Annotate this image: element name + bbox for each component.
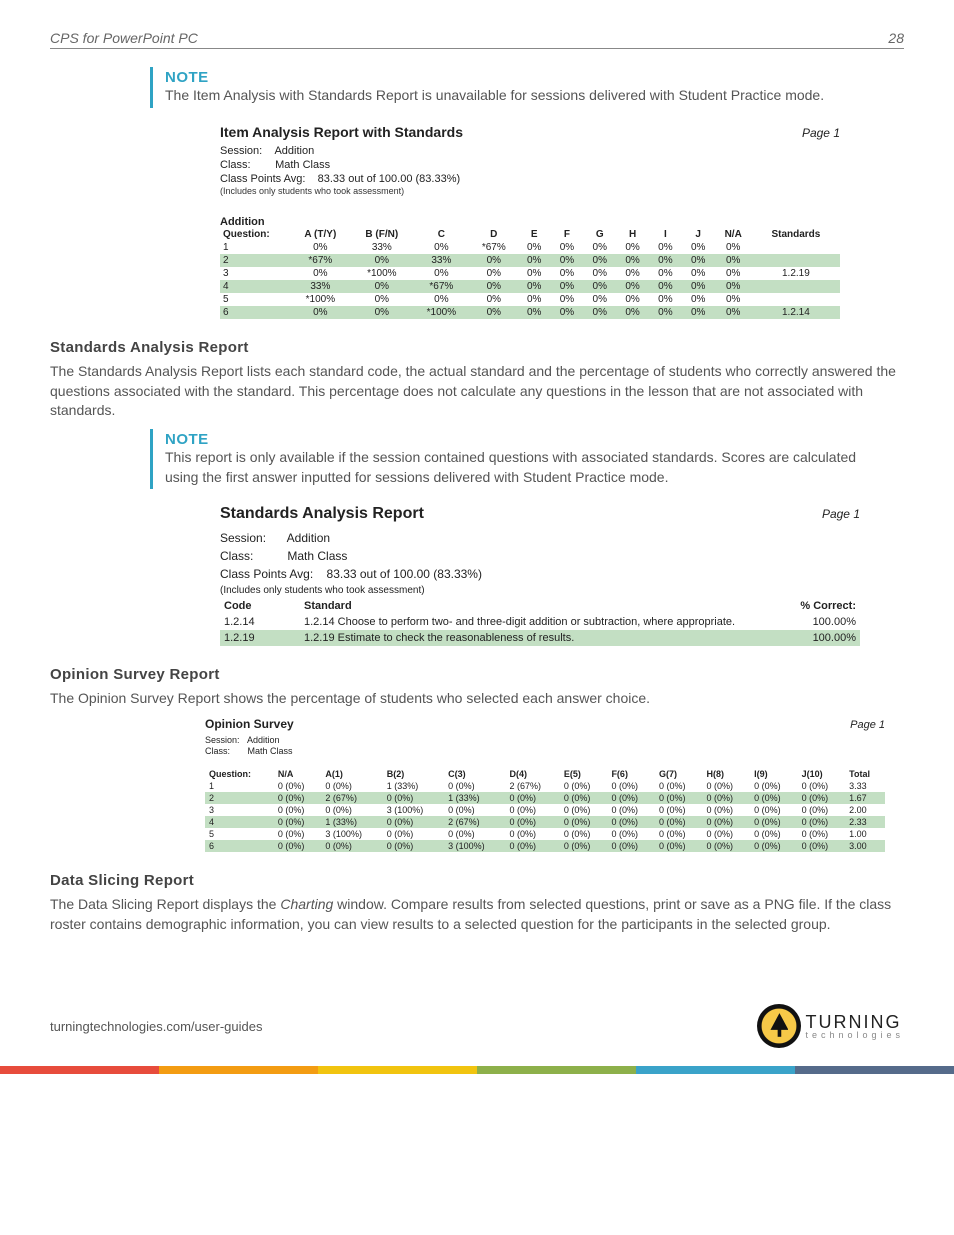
- table-row: 30 (0%)0 (0%)3 (100%)0 (0%)0 (0%)0 (0%)0…: [205, 804, 885, 816]
- report-title: Item Analysis Report with Standards: [220, 124, 463, 140]
- page-header: CPS for PowerPoint PC 28: [50, 30, 904, 49]
- report-title: Standards Analysis Report: [220, 505, 424, 523]
- opinion-table: Question:N/AA(1)B(2)C(3)D(4)E(5)F(6)G(7)…: [205, 768, 885, 852]
- opinion-survey-report: Opinion Survey Page 1 Session: Addition …: [205, 717, 885, 852]
- note-text: The Item Analysis with Standards Report …: [165, 86, 892, 106]
- item-analysis-table: Question:A (T/Y)B (F/N)CDEFGHIJN/AStanda…: [220, 228, 840, 319]
- table-row: 5*100%0%0%0%0%0%0%0%0%0%0%: [220, 293, 840, 306]
- standards-table: CodeStandard% Correct:1.2.141.2.14 Choos…: [220, 598, 860, 646]
- standards-analysis-report: Standards Analysis Report Page 1 Session…: [220, 505, 860, 646]
- table-row: 20 (0%)2 (67%)0 (0%)1 (33%)0 (0%)0 (0%)0…: [205, 792, 885, 804]
- section-heading: Standards Analysis Report: [50, 339, 904, 356]
- table-row: 60 (0%)0 (0%)0 (0%)3 (100%)0 (0%)0 (0%)0…: [205, 840, 885, 852]
- table-row: 1.2.191.2.19 Estimate to check the reaso…: [220, 630, 860, 646]
- table-row: 10 (0%)0 (0%)1 (33%)0 (0%)2 (67%)0 (0%)0…: [205, 780, 885, 792]
- table-row: 433%0%*67%0%0%0%0%0%0%0%0%: [220, 280, 840, 293]
- page-number: 28: [888, 30, 904, 46]
- note-block: NOTE The Item Analysis with Standards Re…: [150, 67, 904, 108]
- report-title: Opinion Survey: [205, 717, 294, 731]
- report-page: Page 1: [802, 126, 840, 140]
- report-page: Page 1: [850, 719, 885, 731]
- table-row: 10%33%0%*67%0%0%0%0%0%0%0%: [220, 241, 840, 254]
- footer-url: turningtechnologies.com/user-guides: [50, 1019, 262, 1034]
- turning-logo: TURNING technologies: [757, 1004, 904, 1048]
- note-text: This report is only available if the ses…: [165, 448, 892, 487]
- table-row: 30%*100%0%0%0%0%0%0%0%0%0%1.2.19: [220, 267, 840, 280]
- section-heading: Data Slicing Report: [50, 872, 904, 889]
- table-row: 60%0%*100%0%0%0%0%0%0%0%0%1.2.14: [220, 306, 840, 319]
- item-analysis-report: Item Analysis Report with Standards Page…: [220, 124, 840, 320]
- table-row: 50 (0%)3 (100%)0 (0%)0 (0%)0 (0%)0 (0%)0…: [205, 828, 885, 840]
- section-text: The Standards Analysis Report lists each…: [50, 362, 904, 421]
- section-text: The Opinion Survey Report shows the perc…: [50, 689, 904, 709]
- table-row: 40 (0%)1 (33%)0 (0%)2 (67%)0 (0%)0 (0%)0…: [205, 816, 885, 828]
- note-title: NOTE: [165, 431, 892, 448]
- turning-icon: [757, 1004, 801, 1048]
- footer-stripe: [0, 1066, 954, 1074]
- note-title: NOTE: [165, 69, 892, 86]
- section-heading: Opinion Survey Report: [50, 666, 904, 683]
- note-block: NOTE This report is only available if th…: [150, 429, 904, 489]
- report-page: Page 1: [822, 507, 860, 521]
- table-row: 1.2.141.2.14 Choose to perform two- and …: [220, 614, 860, 630]
- doc-title: CPS for PowerPoint PC: [50, 30, 198, 46]
- page-footer: turningtechnologies.com/user-guides TURN…: [50, 1004, 904, 1048]
- section-text: The Data Slicing Report displays the Cha…: [50, 895, 904, 934]
- table-row: 2*67%0%33%0%0%0%0%0%0%0%0%: [220, 254, 840, 267]
